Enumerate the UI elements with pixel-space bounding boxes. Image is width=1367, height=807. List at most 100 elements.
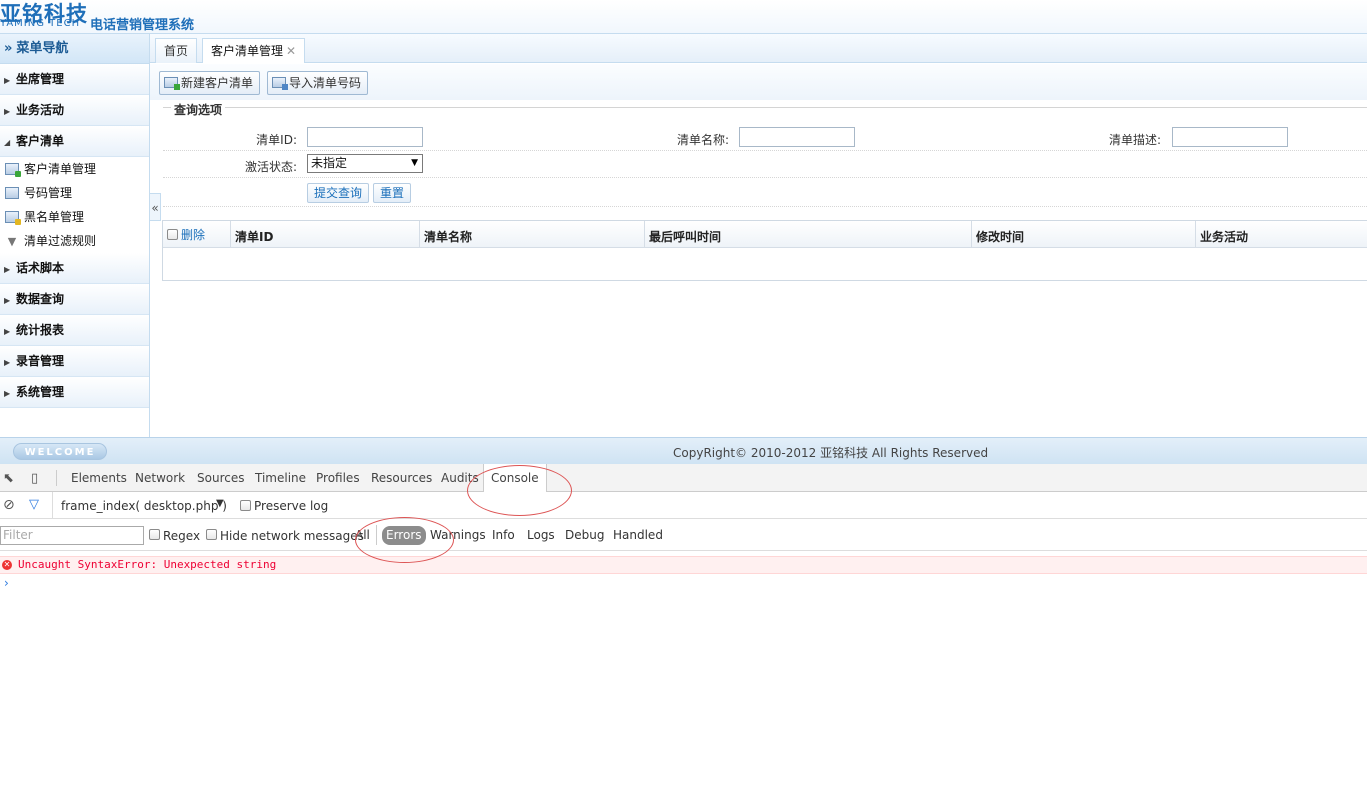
list-add-icon (5, 163, 21, 177)
error-text: Uncaught SyntaxError: Unexpected string (18, 558, 277, 571)
sidebar-group-reports[interactable]: ▶ 统计报表 (0, 315, 149, 346)
clear-console-icon[interactable]: ⊘ (3, 497, 15, 513)
annotation-ellipse-console (467, 465, 572, 516)
column-header-last-call-time[interactable]: 最后呼叫时间 (645, 221, 972, 248)
sidebar-item-label: 黑名单管理 (24, 210, 85, 224)
level-debug[interactable]: Debug (565, 528, 604, 542)
sidebar-group-customer-list[interactable]: ◢ 客户清单 (0, 126, 149, 157)
sidebar-item-label: 客户清单管理 (24, 162, 97, 176)
device-mode-icon[interactable]: ▯ (31, 471, 38, 486)
console-prompt[interactable]: › (4, 576, 9, 590)
triangle-right-icon: ▶ (4, 76, 11, 85)
app-header: 亚铭科技 YAMING TECH 电话营销管理系统 (0, 0, 1367, 34)
sidebar-item-filter-rules[interactable]: ▼ 清单过滤规则 (0, 229, 149, 253)
welcome-badge: WELCOME (13, 443, 107, 460)
tab-home[interactable]: 首页 (155, 38, 198, 63)
devtools-tab-elements[interactable]: Elements (71, 464, 127, 491)
regex-label: Regex (163, 529, 201, 543)
dropdown-arrow-icon: ▼ (411, 158, 418, 168)
devtools-tab-profiles[interactable]: Profiles (316, 464, 360, 491)
select-all-checkbox[interactable] (167, 229, 178, 240)
filter-icon: ▼ (7, 235, 17, 248)
new-customer-list-button[interactable]: 新建客户清单 (159, 71, 261, 95)
column-header-business[interactable]: 业务活动 (1196, 221, 1367, 248)
fieldset-border (163, 107, 1367, 108)
status-select[interactable]: 未指定 ▼ (307, 154, 423, 173)
sidebar-group-label: 客户清单 (16, 134, 65, 148)
list-name-input[interactable] (739, 127, 855, 147)
status-label: 激活状态: (244, 160, 297, 174)
delete-selected[interactable]: 删除 (167, 221, 205, 248)
sidebar-item-customer-list-manage[interactable]: 客户清单管理 (0, 157, 149, 181)
divider (52, 492, 53, 519)
list-name-label: 清单名称: (676, 133, 729, 147)
sidebar-group-label: 系统管理 (16, 385, 65, 399)
triangle-right-icon: ▶ (4, 358, 11, 367)
inspect-element-icon[interactable]: ⬉ (3, 471, 14, 486)
level-info[interactable]: Info (492, 528, 515, 542)
close-icon[interactable]: ✕ (286, 44, 296, 58)
execution-context-select[interactable]: frame_index( desktop.php ) (61, 499, 227, 513)
devtools-tab-bar: ⬉ ▯ Elements Network Sources Timeline Pr… (0, 464, 1367, 492)
column-header-list-id[interactable]: 清单ID (231, 221, 420, 248)
hide-network-checkbox[interactable] (206, 529, 217, 540)
column-header-modify-time[interactable]: 修改时间 (972, 221, 1196, 248)
import-numbers-button[interactable]: 导入清单号码 (267, 71, 369, 95)
sidebar-group-label: 话术脚本 (16, 261, 65, 275)
sidebar-group-data-query[interactable]: ▶ 数据查询 (0, 284, 149, 315)
devtools-tab-timeline[interactable]: Timeline (255, 464, 306, 491)
sidebar: » 菜单导航 ▶ 坐席管理 ▶ 业务活动 ◢ 客户清单 客户清单管理 号码管理 黑名单管… (0, 34, 150, 437)
system-title: 电话营销管理系统 (90, 18, 195, 33)
triangle-right-icon: ▶ (4, 265, 11, 274)
sidebar-group-agent[interactable]: ▶ 坐席管理 (0, 64, 149, 95)
submit-query-button[interactable]: 提交查询 (307, 183, 370, 203)
sidebar-group-system[interactable]: ▶ 系统管理 (0, 377, 149, 408)
regex-checkbox[interactable] (149, 529, 160, 540)
row-divider (163, 177, 1367, 178)
devtools-tab-network[interactable]: Network (135, 464, 185, 491)
sidebar-group-recording[interactable]: ▶ 录音管理 (0, 346, 149, 377)
import-icon (272, 77, 288, 90)
sidebar-item-label: 清单过滤规则 (24, 234, 97, 248)
filter-input[interactable]: Filter (0, 526, 144, 545)
sidebar-group-label: 坐席管理 (16, 72, 65, 86)
list-desc-input[interactable] (1172, 127, 1288, 147)
level-handled[interactable]: Handled (613, 528, 663, 542)
logo-english-text: YAMING TECH (0, 18, 81, 29)
triangle-right-icon: ▶ (4, 107, 11, 116)
row-divider (163, 206, 1367, 207)
column-header-list-name[interactable]: 清单名称 (420, 221, 645, 248)
level-logs[interactable]: Logs (527, 528, 555, 542)
list-id-input[interactable] (307, 127, 423, 147)
button-label: 新建客户清单 (181, 76, 254, 90)
sidebar-collapse-button[interactable]: « (149, 193, 161, 221)
sidebar-item-blacklist[interactable]: 黑名单管理 (0, 205, 149, 229)
list-warn-icon (5, 211, 21, 225)
company-logo: 亚铭科技 YAMING TECH (0, 0, 90, 32)
devtools-panel: ⬉ ▯ Elements Network Sources Timeline Pr… (0, 464, 1367, 807)
sidebar-group-business[interactable]: ▶ 业务活动 (0, 95, 149, 126)
preserve-log-checkbox[interactable] (240, 500, 251, 511)
tab-customer-list-manage[interactable]: 客户清单管理 ✕ (202, 38, 306, 63)
list-icon (5, 187, 19, 199)
customer-list-grid: 删除 清单ID 清单名称 最后呼叫时间 修改时间 业务活动 (162, 220, 1367, 281)
sidebar-group-script[interactable]: ▶ 话术脚本 (0, 253, 149, 284)
list-desc-label: 清单描述: (1108, 133, 1161, 147)
reset-button[interactable]: 重置 (373, 183, 412, 203)
console-error-message[interactable]: ✕ Uncaught SyntaxError: Unexpected strin… (0, 556, 1367, 574)
sidebar-item-number-manage[interactable]: 号码管理 (0, 181, 149, 205)
filter-icon[interactable]: ▽ (29, 497, 39, 512)
devtools-tab-resources[interactable]: Resources (371, 464, 432, 491)
triangle-down-icon: ◢ (4, 138, 11, 147)
dropdown-arrow-icon[interactable]: ▼ (216, 498, 224, 509)
triangle-right-icon: ▶ (4, 296, 11, 305)
app-footer: WELCOME CopyRight© 2010-2012 亚铭科技 All Ri… (0, 437, 1367, 464)
grid-header: 删除 清单ID 清单名称 最后呼叫时间 修改时间 业务活动 (163, 221, 1367, 248)
devtools-tab-sources[interactable]: Sources (197, 464, 244, 491)
sidebar-title: » 菜单导航 (0, 34, 149, 64)
triangle-right-icon: ▶ (4, 389, 11, 398)
triangle-right-icon: ▶ (4, 327, 11, 336)
delete-link[interactable]: 删除 (181, 228, 205, 242)
row-divider (163, 150, 1367, 151)
toolbar: 新建客户清单 导入清单号码 (150, 64, 1367, 100)
